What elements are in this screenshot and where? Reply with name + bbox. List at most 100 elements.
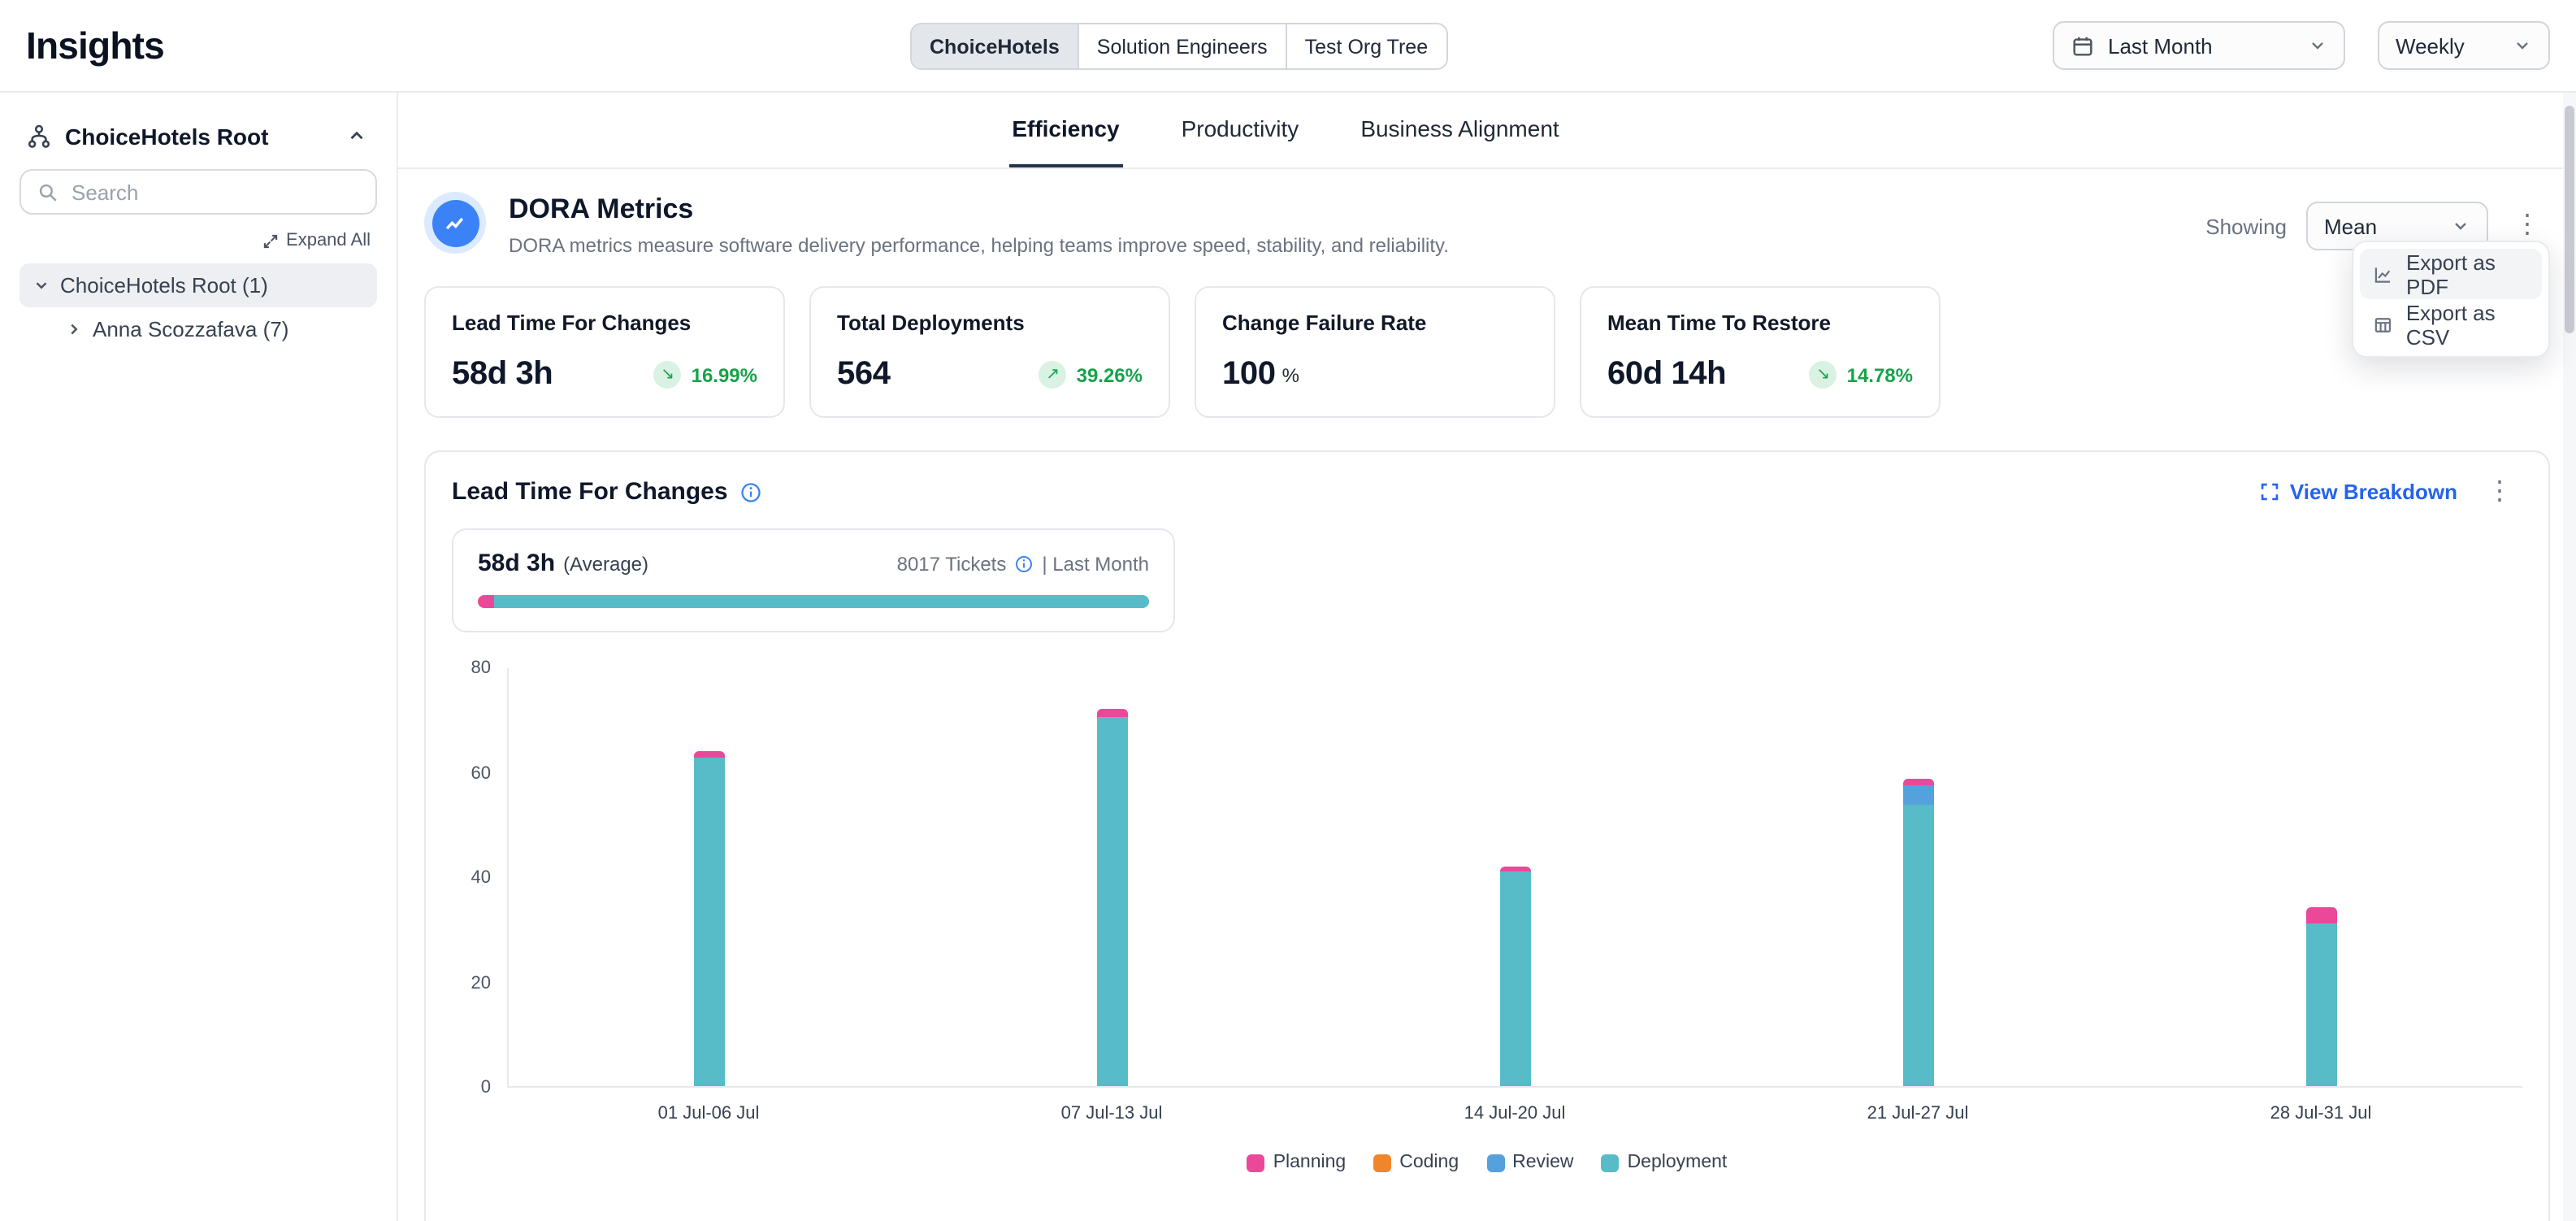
export-csv-item[interactable]: Export as CSV — [2360, 299, 2542, 350]
chevron-right-icon — [65, 320, 83, 338]
chart-kebab-menu-button[interactable]: ⋮ — [2477, 479, 2522, 505]
metric-card-value: 60d 14h — [1607, 356, 1726, 393]
main-tabs: Efficiency Productivity Business Alignme… — [398, 93, 2576, 169]
bar-column[interactable] — [912, 668, 1315, 1086]
view-breakdown-button[interactable]: View Breakdown — [2259, 480, 2457, 504]
org-switcher: ChoiceHotels Solution Engineers Test Org… — [910, 23, 1447, 70]
calendar-icon — [2071, 33, 2095, 58]
bar-column[interactable] — [2119, 668, 2522, 1086]
expand-all-label: Expand All — [286, 231, 371, 250]
trend-badge: ↘ 16.99% — [654, 361, 757, 389]
y-tick-label: 20 — [471, 973, 492, 993]
export-pdf-item[interactable]: Export as PDF — [2360, 249, 2542, 299]
phase-bar-segment-planning — [478, 595, 495, 608]
table-icon — [2373, 313, 2393, 336]
tree-item-choicehotels-root[interactable]: ChoiceHotels Root (1) — [20, 263, 377, 307]
period-select[interactable]: Last Month — [2053, 21, 2345, 70]
top-bar: Insights ChoiceHotels Solution Engineers… — [0, 0, 2576, 93]
dora-metrics-icon — [424, 192, 486, 254]
info-icon[interactable] — [1014, 554, 1034, 574]
metric-card-mean-time-to-restore[interactable]: Mean Time To Restore 60d 14h ↘ 14.78% — [1580, 286, 1941, 418]
legend-label: Deployment — [1628, 1153, 1728, 1172]
legend-swatch — [1486, 1154, 1504, 1171]
bar-segment-planning — [695, 750, 726, 758]
bar-column[interactable] — [509, 668, 912, 1086]
export-pdf-label: Export as PDF — [2406, 250, 2529, 298]
dora-description: DORA metrics measure software delivery p… — [509, 234, 1449, 257]
view-breakdown-label: View Breakdown — [2290, 480, 2457, 504]
trend-percent: 16.99% — [692, 363, 757, 386]
tab-productivity[interactable]: Productivity — [1178, 93, 1303, 167]
chart-legend: Planning Coding Review Deployment — [452, 1153, 2522, 1172]
chart-summary-box: 58d 3h (Average) 8017 Tickets | Last Mon… — [452, 528, 1175, 632]
dora-kebab-menu-button[interactable]: ⋮ — [2504, 213, 2550, 239]
chevron-down-icon — [2451, 216, 2470, 236]
trend-up-icon: ↗ — [1039, 361, 1067, 389]
bar-segment-deployment — [1903, 806, 1934, 1086]
sidebar-collapse-button[interactable] — [343, 122, 371, 150]
legend-label: Coding — [1399, 1153, 1459, 1172]
y-tick-label: 80 — [471, 658, 492, 678]
chevron-down-icon — [2308, 36, 2327, 55]
summary-value: 58d 3h — [478, 550, 555, 577]
metric-card-unit: % — [1282, 363, 1299, 386]
expand-corners-icon — [2259, 481, 2280, 502]
legend-label: Review — [1512, 1153, 1573, 1172]
x-axis-label: 01 Jul-06 Jul — [507, 1104, 910, 1123]
metric-card-value: 100 — [1222, 356, 1276, 393]
bar-column[interactable] — [1717, 668, 2120, 1086]
phase-bar-segment-deployment — [495, 595, 1149, 608]
tab-business-alignment[interactable]: Business Alignment — [1357, 93, 1562, 167]
scrollbar[interactable] — [2563, 93, 2576, 1221]
dora-header-text: DORA Metrics DORA metrics measure softwa… — [509, 192, 1449, 257]
search-input[interactable] — [72, 180, 359, 204]
metric-card-lead-time[interactable]: Lead Time For Changes 58d 3h ↘ 16.99% — [424, 286, 785, 418]
legend-item-deployment[interactable]: Deployment — [1602, 1153, 1728, 1172]
bar-segment-planning — [2305, 908, 2336, 923]
metric-card-title: Lead Time For Changes — [452, 311, 757, 335]
x-axis-label: 07 Jul-13 Jul — [910, 1104, 1313, 1123]
org-tab-test-org-tree[interactable]: Test Org Tree — [1287, 24, 1446, 68]
scrollbar-thumb[interactable] — [2565, 106, 2574, 333]
bar-segment-deployment — [2305, 923, 2336, 1086]
trend-badge: ↗ 39.26% — [1039, 361, 1143, 389]
legend-swatch — [1247, 1154, 1265, 1171]
metric-card-title: Total Deployments — [837, 311, 1143, 335]
search-icon — [37, 181, 59, 202]
chart-title: Lead Time For Changes — [452, 478, 728, 506]
phase-distribution-bar — [478, 595, 1149, 608]
info-icon[interactable] — [739, 480, 762, 503]
expand-all-row: Expand All — [20, 215, 377, 263]
bar-column[interactable] — [1314, 668, 1717, 1086]
chevron-down-icon — [2513, 36, 2532, 55]
tab-efficiency[interactable]: Efficiency — [1008, 93, 1122, 167]
tree-item-anna-scozzafava[interactable]: Anna Scozzafava (7) — [52, 307, 377, 351]
sidebar-title: ChoiceHotels Root — [65, 123, 330, 149]
legend-item-planning[interactable]: Planning — [1247, 1153, 1347, 1172]
plot-area — [507, 668, 2522, 1088]
granularity-select-value: Weekly — [2396, 33, 2500, 58]
metric-card-total-deployments[interactable]: Total Deployments 564 ↗ 39.26% — [809, 286, 1170, 418]
metric-card-change-failure-rate[interactable]: Change Failure Rate 100 % — [1195, 286, 1555, 418]
trend-percent: 39.26% — [1077, 363, 1143, 386]
lead-time-chart-card: Lead Time For Changes View Breakdown — [424, 450, 2550, 1221]
legend-item-review[interactable]: Review — [1486, 1153, 1573, 1172]
metric-card-value: 564 — [837, 356, 891, 393]
tree-item-label: Anna Scozzafava (7) — [93, 317, 288, 341]
lead-time-bar-chart: 020406080 01 Jul-06 Jul07 Jul-13 Jul14 J… — [452, 668, 2522, 1172]
y-tick-label: 0 — [481, 1078, 491, 1097]
main-panel: Efficiency Productivity Business Alignme… — [398, 93, 2576, 1221]
trend-down-icon: ↘ — [654, 361, 682, 389]
legend-label: Planning — [1273, 1153, 1347, 1172]
chevron-up-icon — [346, 125, 367, 146]
bar-segment-deployment — [695, 758, 726, 1086]
tree-item-label: ChoiceHotels Root (1) — [60, 273, 268, 298]
org-tab-choicehotels[interactable]: ChoiceHotels — [912, 24, 1079, 68]
expand-all-link[interactable]: Expand All — [262, 231, 371, 250]
expand-all-icon — [262, 232, 280, 250]
dora-header: DORA Metrics DORA metrics measure softwa… — [424, 192, 2550, 257]
efficiency-content: DORA Metrics DORA metrics measure softwa… — [398, 169, 2576, 1221]
granularity-select[interactable]: Weekly — [2378, 21, 2550, 70]
legend-item-coding[interactable]: Coding — [1373, 1153, 1459, 1172]
org-tab-solution-engineers[interactable]: Solution Engineers — [1079, 24, 1287, 68]
